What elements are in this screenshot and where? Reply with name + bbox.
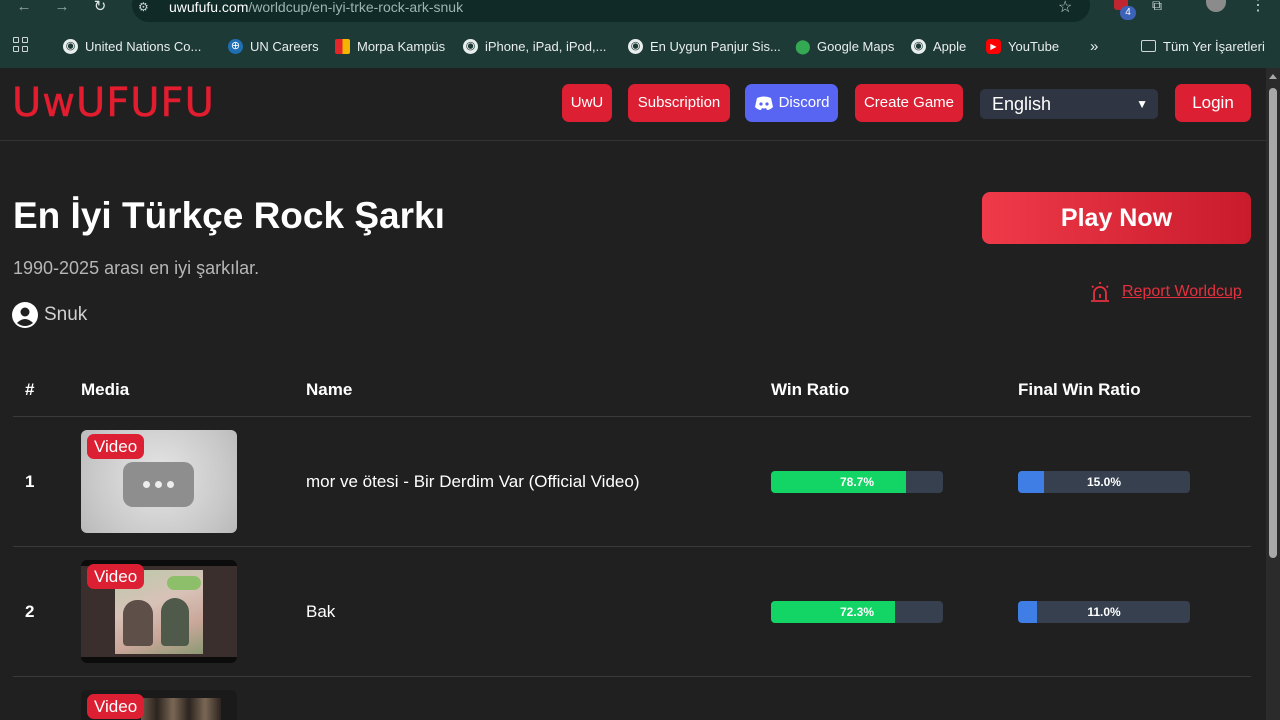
person-figure — [161, 598, 189, 646]
bookmark-un-careers[interactable]: ⊕ UN Careers — [228, 36, 319, 56]
win-ratio-label: 78.7% — [839, 475, 875, 489]
bookmark-label: Google Maps — [817, 38, 895, 54]
bookmark-label: United Nations Co... — [85, 38, 202, 54]
bookmark-apple[interactable]: ◉ Apple — [911, 36, 966, 56]
youtube-icon: ▶ — [986, 38, 1001, 54]
url-path: /worldcup/en-iyi-trke-rock-ark-snuk — [248, 0, 464, 15]
bookmarks-overflow-button[interactable]: » — [1090, 36, 1098, 56]
url-host: uwufufu.com — [169, 0, 249, 15]
row-divider — [13, 546, 1251, 547]
extension-badge: 4 — [1120, 6, 1136, 20]
profile-avatar[interactable] — [1206, 0, 1226, 12]
column-header-win-ratio: Win Ratio — [771, 380, 850, 399]
bookmark-label: Apple — [933, 38, 967, 54]
media-thumbnail[interactable]: Video — [81, 560, 237, 663]
all-bookmarks-label: Tüm Yer İşaretleri — [1163, 38, 1265, 54]
bookmark-label: En Uygun Panjur Sis... — [650, 38, 781, 54]
logo-sticker — [167, 576, 201, 590]
column-header-media: Media — [81, 380, 130, 399]
header-divider — [13, 416, 1251, 417]
column-header-final-win-ratio: Final Win Ratio — [1018, 380, 1141, 399]
menu-kebab-icon[interactable]: ⋮ — [1250, 0, 1266, 17]
person-figure — [123, 600, 153, 646]
bookmark-label: Morpa Kampüs — [357, 38, 446, 54]
url-text[interactable]: uwufufu.com/worldcup/en-iyi-trke-rock-ar… — [169, 0, 463, 15]
all-bookmarks[interactable]: Tüm Yer İşaretleri — [1141, 36, 1265, 56]
globe-icon: ◉ — [911, 38, 926, 54]
bookmark-youtube[interactable]: ▶ YouTube — [986, 36, 1059, 56]
globe-icon: ◉ — [463, 38, 478, 54]
bookmark-label: UN Careers — [250, 38, 319, 54]
bookmark-google-maps[interactable]: ⬤ Google Maps — [795, 36, 894, 56]
report-worldcup-link[interactable]: Report Worldcup — [1088, 280, 1242, 304]
page-subtitle: 1990-2025 arası en iyi şarkılar. — [13, 258, 260, 278]
author[interactable]: Snuk — [12, 302, 87, 328]
win-ratio-label: 72.3% — [839, 605, 875, 619]
login-button[interactable]: Login — [1175, 84, 1251, 122]
maps-pin-icon: ⬤ — [795, 37, 811, 54]
bookmark-united-nations[interactable]: ◉ United Nations Co... — [63, 36, 201, 56]
alarm-siren-icon — [1091, 282, 1109, 302]
apps-grid-icon[interactable] — [13, 37, 29, 53]
report-label: Report Worldcup — [1122, 283, 1242, 300]
reload-icon[interactable]: ↻ — [90, 0, 110, 16]
page-scrollbar[interactable] — [1266, 68, 1280, 720]
win-ratio-bar: 72.3% — [771, 601, 943, 623]
morpa-icon — [335, 38, 350, 54]
play-now-button[interactable]: Play Now — [982, 192, 1251, 244]
un-icon: ⊕ — [228, 38, 243, 54]
create-game-button[interactable]: Create Game — [855, 84, 963, 122]
site-info-icon[interactable]: ⚙ — [138, 0, 154, 14]
browser-toolbar: ← → ↻ ⚙ uwufufu.com/worldcup/en-iyi-trke… — [0, 0, 1280, 24]
final-win-ratio-bar: 11.0% — [1018, 601, 1190, 623]
user-icon — [12, 302, 38, 328]
page-title: En İyi Türkçe Rock Şarkı — [13, 195, 445, 236]
discord-label: Discord — [778, 94, 830, 111]
bookmark-panjur[interactable]: ◉ En Uygun Panjur Sis... — [628, 36, 781, 56]
video-badge: Video — [87, 694, 145, 719]
back-arrow-icon[interactable]: ← — [14, 0, 34, 16]
final-win-ratio-bar: 15.0% — [1018, 471, 1190, 493]
chevron-down-icon: ▼ — [1136, 97, 1148, 111]
globe-icon: ◉ — [63, 38, 78, 54]
album-art-image — [141, 698, 221, 720]
bookmark-iphone[interactable]: ◉ iPhone, iPad, iPod,... — [463, 36, 606, 56]
author-name: Snuk — [44, 304, 88, 325]
subscription-button[interactable]: Subscription — [628, 84, 730, 122]
final-win-ratio-label: 11.0% — [1087, 605, 1121, 619]
bookmark-morpa[interactable]: Morpa Kampüs — [335, 36, 445, 56]
site-logo[interactable]: UwUFUFU — [12, 82, 215, 125]
video-unavailable-icon — [123, 462, 194, 507]
row-divider — [13, 676, 1251, 677]
globe-icon: ◉ — [628, 38, 643, 54]
win-ratio-bar: 78.7% — [771, 471, 943, 493]
song-name: Bak — [306, 602, 336, 621]
address-bar[interactable]: ⚙ uwufufu.com/worldcup/en-iyi-trke-rock-… — [132, 0, 1090, 22]
scrollbar-thumb[interactable] — [1269, 88, 1277, 558]
column-header-name: Name — [306, 380, 353, 399]
final-win-ratio-label: 15.0% — [1086, 475, 1122, 489]
forward-arrow-icon[interactable]: → — [52, 0, 72, 16]
language-value: English — [992, 94, 1052, 114]
site-header: UwUFUFU UwU Subscription Discord Create … — [0, 68, 1266, 141]
discord-button[interactable]: Discord — [745, 84, 838, 122]
song-name: mor ve ötesi - Bir Derdim Var (Official … — [306, 472, 640, 491]
video-badge: Video — [87, 564, 145, 589]
uwu-button[interactable]: UwU — [562, 84, 612, 122]
language-select[interactable]: English ▼ — [980, 89, 1158, 119]
folder-icon — [1141, 40, 1156, 52]
discord-icon — [754, 96, 773, 110]
row-rank: 2 — [25, 602, 35, 621]
bookmark-star-icon[interactable]: ☆ — [1058, 0, 1074, 16]
bookmark-label: iPhone, iPad, iPod,... — [485, 38, 607, 54]
column-header-rank: # — [25, 380, 35, 399]
extensions-puzzle-icon[interactable]: ⧉ — [1152, 0, 1162, 16]
media-thumbnail[interactable]: Video — [81, 430, 237, 533]
scroll-up-arrow-icon[interactable] — [1269, 74, 1277, 79]
media-thumbnail[interactable]: Video — [81, 690, 237, 720]
video-badge: Video — [87, 434, 145, 459]
row-rank: 1 — [25, 472, 35, 491]
bookmark-label: YouTube — [1008, 38, 1060, 54]
